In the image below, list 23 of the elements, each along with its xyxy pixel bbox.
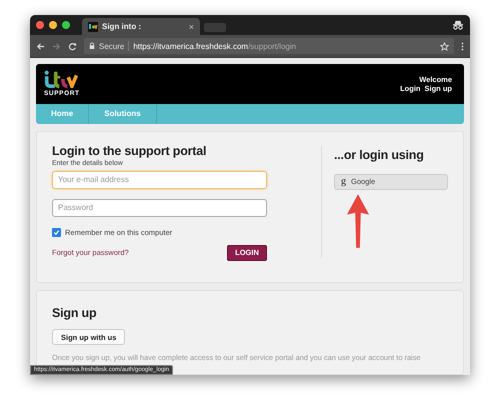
close-tab-icon[interactable]: × (188, 22, 194, 32)
secure-label: Secure (99, 42, 124, 50)
close-window-icon[interactable] (36, 21, 44, 29)
social-login-title: ...or login using (334, 148, 424, 162)
minimize-window-icon[interactable] (49, 21, 57, 29)
annotation-arrow (346, 194, 370, 250)
lock-icon (89, 42, 95, 50)
input-field[interactable]: Your e-mail address (52, 170, 267, 189)
back-icon[interactable] (36, 42, 45, 50)
address-bar[interactable]: Secure https://itvamerica.freshdesk.com/support/login (84, 38, 454, 54)
logo-icon[interactable] (44, 70, 80, 88)
zoom-window-icon[interactable] (62, 21, 70, 29)
incognito-icon (452, 20, 464, 30)
url-text: https://itvamerica.freshdesk.com/support/login (133, 42, 296, 50)
menu-icon[interactable] (461, 42, 464, 50)
bookmark-star-icon[interactable] (440, 42, 449, 50)
reload-icon[interactable] (68, 42, 77, 50)
input-field[interactable]: Password (52, 198, 267, 217)
browser-tab[interactable]: Sign into : × (82, 18, 200, 35)
signup-title: Sign up (52, 306, 98, 320)
favicon-icon (88, 22, 98, 32)
remember-checkbox[interactable] (52, 228, 61, 237)
login-title: Login to the support portal (52, 144, 208, 158)
